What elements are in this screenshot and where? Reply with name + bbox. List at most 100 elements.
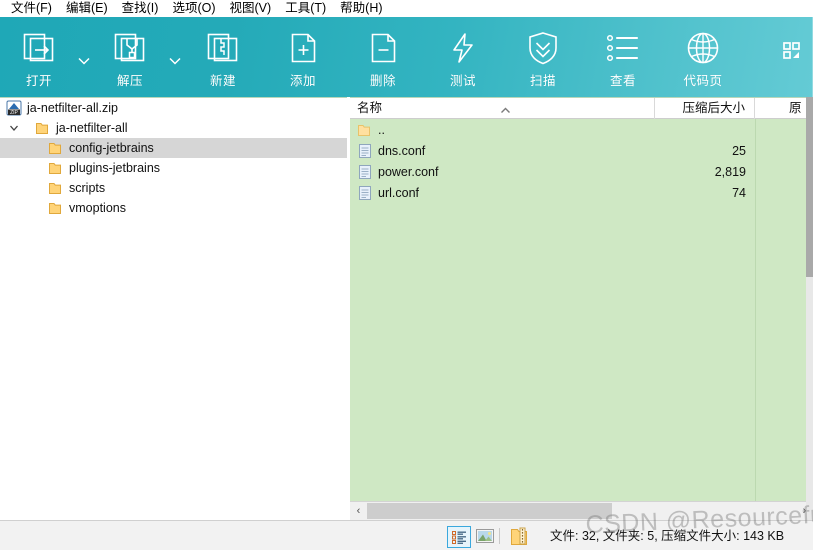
vertical-scrollbar[interactable] (806, 97, 813, 520)
file-name-label: power.conf (378, 164, 439, 179)
details-view-icon (451, 530, 466, 544)
file-name-cell: power.conf (350, 164, 655, 180)
archive-type-indicator[interactable] (508, 526, 530, 546)
shield-scan-icon (524, 27, 562, 69)
file-name-cell: dns.conf (350, 143, 655, 159)
open-icon (21, 27, 57, 69)
chevron-down-icon (78, 57, 90, 65)
extract-label: 解压 (116, 74, 143, 88)
toolbar: 打开 解压 新建 添加 删除 测试 扫描 查看 代码页 (0, 17, 813, 97)
delete-button[interactable]: 删除 (352, 27, 414, 91)
table-row[interactable]: .. (350, 119, 813, 140)
tree-root-label: ja-netfilter-all.zip (27, 101, 119, 115)
file-name-cell: .. (350, 122, 655, 138)
tree-item-plugins-jetbrains[interactable]: plugins-jetbrains (0, 158, 347, 178)
folder-icon (48, 160, 64, 176)
svg-text:ZIP: ZIP (10, 110, 18, 116)
sort-ascending-icon (500, 100, 511, 119)
grid-layout-icon (783, 42, 800, 59)
extract-button[interactable]: 解压 (99, 27, 161, 91)
menu-find[interactable]: 查找(I) (115, 0, 166, 17)
horizontal-scrollbar[interactable]: ‹ › (350, 501, 813, 520)
text-file-icon (357, 164, 373, 180)
column-header-packed-size[interactable]: 压缩后大小 (655, 98, 755, 119)
scroll-left-arrow-icon[interactable]: ‹ (350, 502, 367, 520)
file-name-label: dns.conf (378, 143, 426, 158)
tree-item-label: config-jetbrains (69, 141, 154, 155)
tree-item-vmoptions[interactable]: vmoptions (0, 198, 347, 218)
scan-button[interactable]: 扫描 (512, 27, 574, 91)
vertical-scrollbar-thumb[interactable] (806, 97, 813, 277)
file-list-pane[interactable]: 名称 压缩后大小 原 .. dns.conf 25 power.conf 2,8… (350, 97, 813, 520)
codepage-label: 代码页 (683, 74, 723, 88)
column-header-name-label: 名称 (357, 101, 383, 115)
open-dropdown-caret[interactable] (76, 53, 92, 69)
file-packed-size-cell: 2,819 (714, 164, 746, 179)
folder-icon (48, 180, 64, 196)
menu-view[interactable]: 视图(V) (223, 0, 279, 17)
add-file-icon (285, 27, 321, 69)
open-button[interactable]: 打开 (8, 27, 70, 91)
folder-icon (35, 120, 51, 136)
archive-manager-window: 文件(F) 编辑(E) 查找(I) 选项(O) 视图(V) 工具(T) 帮助(H… (0, 0, 813, 550)
table-row[interactable]: power.conf 2,819 (350, 161, 813, 182)
file-name-cell: url.conf (350, 185, 655, 201)
menu-bar: 文件(F) 编辑(E) 查找(I) 选项(O) 视图(V) 工具(T) 帮助(H… (0, 0, 813, 17)
open-label: 打开 (25, 74, 52, 88)
thumbnail-view-icon (476, 529, 494, 543)
file-packed-size-cell: 74 (732, 185, 746, 200)
chevron-down-icon (10, 125, 18, 131)
tree-item-label: ja-netfilter-all (56, 121, 128, 135)
column-header-packed-size-label: 压缩后大小 (682, 101, 745, 115)
tree-item-ja-netfilter-all[interactable]: ja-netfilter-all (0, 118, 347, 138)
extract-dropdown-caret[interactable] (167, 53, 183, 69)
menu-file[interactable]: 文件(F) (4, 0, 59, 17)
extract-icon (112, 27, 148, 69)
add-button[interactable]: 添加 (272, 27, 334, 91)
thumbnail-view-toggle[interactable] (474, 526, 496, 546)
menu-options[interactable]: 选项(O) (165, 0, 222, 17)
text-file-icon (357, 185, 373, 201)
layout-toggle-button[interactable] (783, 42, 803, 62)
menu-help[interactable]: 帮助(H) (333, 0, 389, 17)
new-archive-icon (205, 27, 241, 69)
column-header-name[interactable]: 名称 (350, 98, 655, 119)
add-label: 添加 (289, 74, 316, 88)
status-bar: 文件: 32, 文件夹: 5, 压缩文件大小: 143 KB (0, 520, 813, 550)
file-list-rows: .. dns.conf 25 power.conf 2,819 url.conf… (350, 119, 813, 500)
file-name-label: .. (378, 122, 385, 137)
tree-item-label: vmoptions (69, 201, 126, 215)
status-divider (499, 528, 500, 544)
expand-collapse-toggle[interactable] (6, 120, 22, 136)
delete-file-icon (365, 27, 401, 69)
tree-item-label: plugins-jetbrains (69, 161, 161, 175)
file-packed-size-cell: 25 (732, 143, 746, 158)
menu-tools[interactable]: 工具(T) (278, 0, 333, 17)
scan-label: 扫描 (529, 74, 556, 88)
horizontal-scrollbar-thumb[interactable] (367, 503, 612, 519)
list-view-icon (604, 27, 642, 69)
status-summary: 文件: 32, 文件夹: 5, 压缩文件大小: 143 KB (550, 529, 785, 543)
tree-item-scripts[interactable]: scripts (0, 178, 347, 198)
folder-icon (48, 140, 64, 156)
test-button[interactable]: 测试 (432, 27, 494, 91)
column-header-original-size-label: 原 (789, 101, 802, 115)
table-row[interactable]: url.conf 74 (350, 182, 813, 203)
list-view-toggle[interactable] (447, 526, 471, 548)
view-button[interactable]: 查看 (592, 27, 654, 91)
menu-edit[interactable]: 编辑(E) (59, 0, 115, 17)
folder-tree-pane[interactable]: ZIP ja-netfilter-all.zip ja-netfilter-al… (0, 97, 347, 520)
new-label: 新建 (209, 74, 236, 88)
test-label: 测试 (449, 74, 476, 88)
new-button[interactable]: 新建 (192, 27, 254, 91)
chevron-down-icon (169, 57, 181, 65)
codepage-button[interactable]: 代码页 (672, 27, 734, 91)
tree-root-item[interactable]: ZIP ja-netfilter-all.zip (0, 98, 347, 118)
zip-archive-icon: ZIP (6, 100, 22, 116)
tree-item-config-jetbrains[interactable]: config-jetbrains (0, 138, 347, 158)
lightning-test-icon (445, 27, 481, 69)
column-header-original-size[interactable]: 原 (755, 98, 813, 119)
table-row[interactable]: dns.conf 25 (350, 140, 813, 161)
zip-folder-icon (511, 527, 527, 545)
file-list-header: 名称 压缩后大小 原 (350, 97, 813, 119)
